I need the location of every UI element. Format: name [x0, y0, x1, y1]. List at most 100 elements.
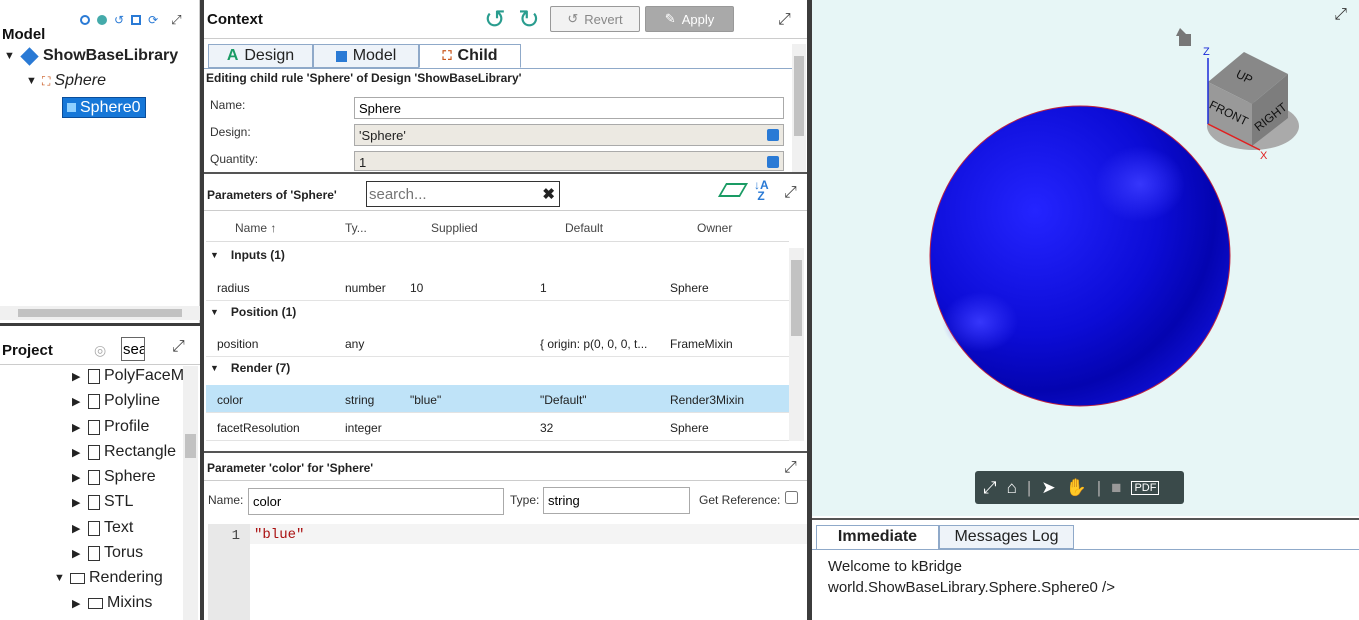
- sphere-object[interactable]: [929, 105, 1231, 407]
- axis-x-label: X: [1260, 150, 1268, 162]
- horizontal-scrollbar[interactable]: [0, 306, 200, 320]
- quantity-label: Quantity:: [210, 152, 259, 166]
- project-item[interactable]: ▶ Torus: [72, 544, 143, 562]
- axis-z-label: Z: [1203, 46, 1210, 58]
- expand-icon[interactable]: ⤢: [172, 338, 185, 356]
- table-row[interactable]: radius number 10 1 Sphere: [206, 273, 789, 301]
- file-icon: [88, 419, 100, 435]
- table-row[interactable]: position any { origin: p(0, 0, 0, t... F…: [206, 329, 789, 357]
- tree-item-sphere[interactable]: ▼ ⛶ Sphere: [26, 72, 106, 90]
- project-item[interactable]: ▶ Profile: [72, 418, 149, 436]
- column-header-type[interactable]: Ty...: [345, 221, 367, 235]
- view-mode-icon[interactable]: ■: [1111, 478, 1121, 498]
- view-cube[interactable]: [1176, 28, 1299, 151]
- type-label: Type:: [510, 493, 540, 507]
- cube-icon: [67, 103, 76, 112]
- pan-hand-icon[interactable]: ✋: [1066, 478, 1087, 498]
- project-item[interactable]: ▶ PolyFaceM: [72, 367, 184, 385]
- revert-icon: ↺: [567, 11, 579, 26]
- refresh-icon[interactable]: ⟳: [148, 13, 158, 27]
- folder-icon: [88, 597, 103, 609]
- chevron-down-icon[interactable]: ▼: [210, 250, 219, 260]
- save-icon[interactable]: [131, 15, 142, 25]
- collapse-icon[interactable]: ▼: [26, 75, 38, 87]
- project-folder[interactable]: ▶ Mixins: [72, 594, 152, 612]
- code-line[interactable]: "blue": [254, 527, 304, 543]
- file-icon: [88, 494, 100, 510]
- vertical-scrollbar[interactable]: [789, 248, 804, 441]
- child-name-input[interactable]: [354, 97, 784, 119]
- quantity-field[interactable]: 1: [354, 151, 784, 171]
- group-render[interactable]: ▼ Render (7): [210, 361, 290, 375]
- reload-icon[interactable]: ↺: [114, 13, 124, 27]
- expand-icon[interactable]: ⤢: [784, 184, 797, 202]
- home-icon[interactable]: ⌂: [1007, 478, 1017, 498]
- chevron-down-icon[interactable]: ▼: [210, 307, 219, 317]
- cube-icon: [20, 46, 39, 66]
- name-label: Name:: [210, 98, 246, 112]
- sort-az-icon[interactable]: ↓A Z: [754, 179, 769, 202]
- group-position[interactable]: ▼ Position (1): [210, 305, 296, 319]
- column-header-default[interactable]: Default: [565, 221, 603, 235]
- params-search-input[interactable]: [369, 183, 529, 205]
- fit-view-icon[interactable]: ⤢: [983, 478, 997, 498]
- param-name-input[interactable]: [248, 488, 504, 515]
- tab-child[interactable]: ⛶ Child: [419, 44, 521, 68]
- console-line: Welcome to kBridge: [828, 558, 962, 575]
- pointer-icon[interactable]: ➤: [1041, 478, 1055, 498]
- tab-immediate[interactable]: Immediate: [816, 525, 939, 549]
- eraser-icon[interactable]: [717, 183, 749, 197]
- column-header-name[interactable]: Name ↑: [235, 221, 276, 235]
- column-header-supplied[interactable]: Supplied: [431, 221, 478, 235]
- project-item[interactable]: ▶ Sphere: [72, 468, 156, 486]
- tree-label: ShowBaseLibrary: [43, 47, 179, 64]
- tree-item-showbaselibrary[interactable]: ▼ ShowBaseLibrary: [4, 46, 179, 66]
- design-field[interactable]: 'Sphere': [354, 124, 784, 146]
- hidden-eye-icon[interactable]: ◎: [94, 342, 106, 359]
- project-item[interactable]: ▶ Rectangle: [72, 443, 176, 461]
- tab-design[interactable]: A Design: [208, 44, 313, 68]
- play-icon[interactable]: [80, 15, 90, 25]
- project-search-input[interactable]: [121, 337, 145, 361]
- get-reference-checkbox[interactable]: [785, 491, 798, 504]
- 3d-viewport[interactable]: ⤢ Z X UP FRONT RIGHT ⤢ ⌂ | ➤ ✋ | ■ PDF: [812, 0, 1359, 516]
- file-icon: [88, 368, 100, 384]
- tree-label: Sphere: [54, 72, 106, 89]
- tab-messages-log[interactable]: Messages Log: [939, 525, 1074, 549]
- line-gutter: 1: [208, 524, 250, 620]
- redo-icon[interactable]: ↻: [518, 4, 540, 35]
- model-title: Model: [2, 26, 46, 43]
- tree-item-sphere0[interactable]: Sphere0: [62, 97, 146, 118]
- table-row[interactable]: facetResolution integer 32 Sphere: [206, 413, 789, 441]
- edit-icon[interactable]: [767, 156, 779, 168]
- project-item[interactable]: ▶ Polyline: [72, 392, 160, 410]
- expand-icon[interactable]: ⤢: [784, 459, 797, 477]
- tab-model[interactable]: Model: [313, 44, 419, 68]
- param-type-input[interactable]: [543, 487, 690, 514]
- vertical-scrollbar[interactable]: [792, 44, 806, 172]
- pdf-export-icon[interactable]: PDF: [1131, 480, 1160, 495]
- edit-icon[interactable]: [767, 129, 779, 141]
- collapse-icon[interactable]: ▼: [4, 50, 16, 62]
- expand-icon[interactable]: ⤢: [171, 12, 181, 28]
- params-search[interactable]: ✖: [366, 181, 560, 207]
- name-label: Name:: [208, 493, 244, 507]
- console-prompt[interactable]: world.ShowBaseLibrary.Sphere.Sphere0 />: [828, 579, 1115, 596]
- project-folder[interactable]: ▼ Rendering: [54, 569, 163, 587]
- tree-label: Sphere0: [80, 98, 141, 116]
- project-item[interactable]: ▶ Text: [72, 519, 133, 537]
- table-row-selected[interactable]: color string "blue" "Default" Render3Mix…: [206, 385, 789, 413]
- viewport-canvas[interactable]: [812, 0, 1359, 516]
- undo-icon[interactable]: ↺: [484, 4, 506, 35]
- chevron-down-icon[interactable]: ▼: [210, 363, 219, 373]
- clear-icon[interactable]: ✖: [542, 185, 555, 203]
- vertical-scrollbar[interactable]: [183, 366, 198, 620]
- expand-icon[interactable]: ⤢: [778, 11, 791, 29]
- record-icon[interactable]: [97, 15, 107, 25]
- column-header-owner[interactable]: Owner: [697, 221, 732, 235]
- revert-button[interactable]: ↺ Revert: [550, 6, 640, 32]
- project-item[interactable]: ▶ STL: [72, 493, 133, 511]
- group-inputs[interactable]: ▼ Inputs (1): [210, 248, 285, 262]
- design-icon: A: [226, 47, 239, 64]
- apply-button[interactable]: ✎ Apply: [645, 6, 734, 32]
